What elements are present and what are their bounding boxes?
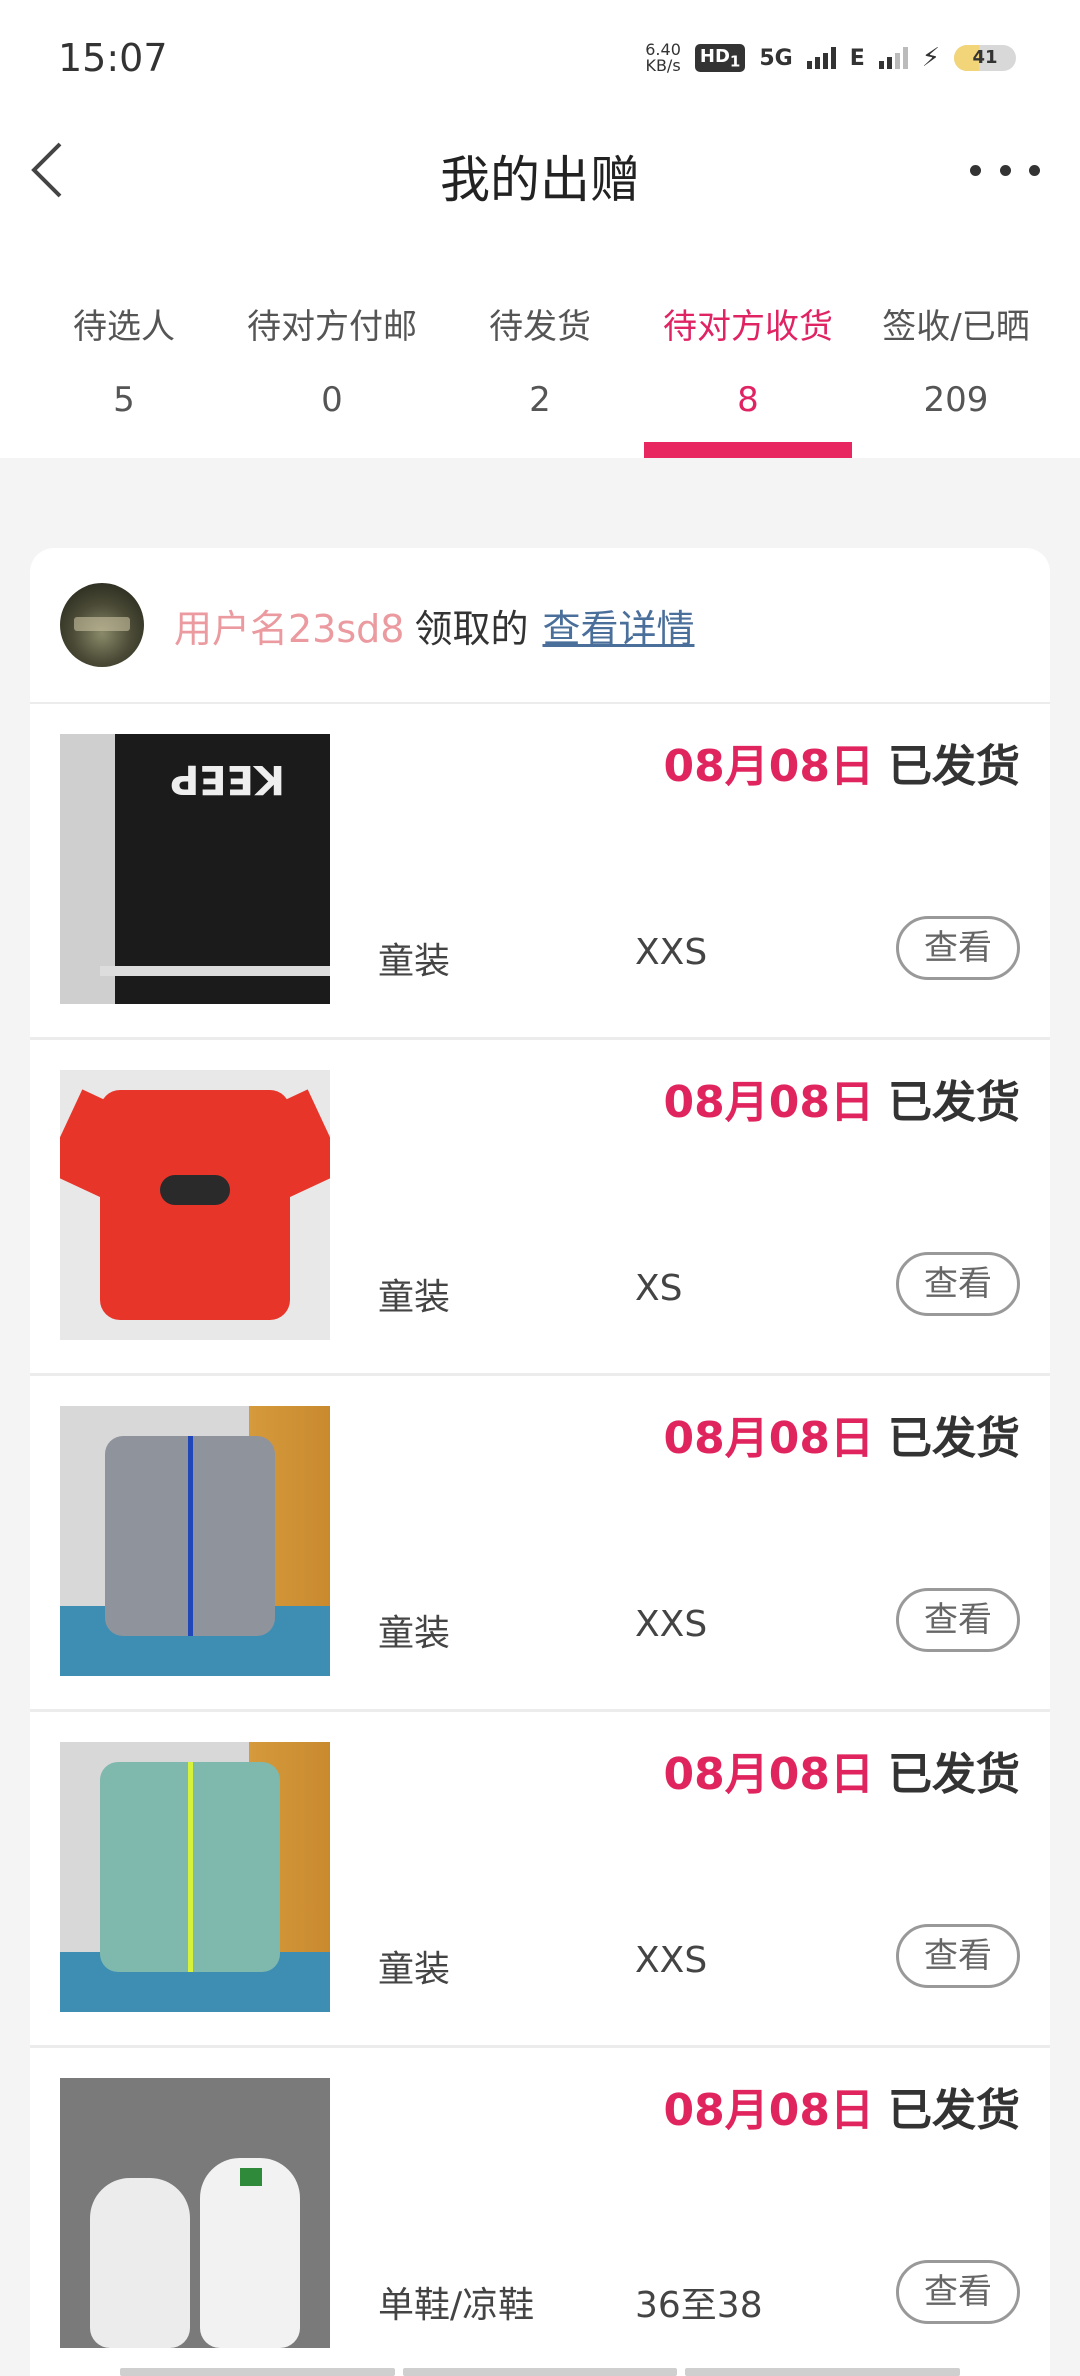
view-button[interactable]: 查看 xyxy=(896,1588,1020,1652)
item-image[interactable] xyxy=(60,1742,330,2012)
signal-icon xyxy=(806,47,836,69)
hd-icon: HD1 xyxy=(694,43,746,73)
item-size: XXS xyxy=(635,1604,708,1645)
status-time: 15:07 xyxy=(58,36,168,80)
item-size: XXS xyxy=(635,1940,708,1981)
view-button[interactable]: 查看 xyxy=(896,1252,1020,1316)
item-size: XS xyxy=(635,1268,683,1309)
tab-pending-selection[interactable]: 待选人 5 xyxy=(20,282,228,458)
charging-icon: ⚡ xyxy=(921,43,940,73)
dot-icon xyxy=(970,164,981,176)
dot-icon xyxy=(999,164,1011,176)
tab-pending-shipment[interactable]: 待发货 2 xyxy=(436,282,644,458)
scroll-indicator xyxy=(120,2368,961,2376)
item-date-status: 08月08日 已发货 xyxy=(663,1413,1020,1464)
item-category: 童装 xyxy=(378,1277,451,1318)
item-category: 单鞋/凉鞋 xyxy=(378,2285,535,2326)
more-options-button[interactable] xyxy=(970,150,1040,190)
item-date-status: 08月08日 已发货 xyxy=(663,1749,1020,1800)
list-item[interactable]: 08月08日 已发货 童装 XXS 查看 xyxy=(30,1376,1050,1712)
view-details-link[interactable]: 查看详情 xyxy=(542,598,694,653)
item-category: 童装 xyxy=(378,1949,451,1990)
item-date-status: 08月08日 已发货 xyxy=(663,2085,1020,2136)
view-button[interactable]: 查看 xyxy=(896,1924,1020,1988)
card-header: 用户名23sd8 领取的 查看详情 xyxy=(30,548,1050,704)
item-category: 童装 xyxy=(378,941,451,982)
tab-underline xyxy=(644,442,852,458)
tab-pending-postage[interactable]: 待对方付邮 0 xyxy=(228,282,436,458)
dot-icon xyxy=(1029,164,1040,176)
item-size: XXS xyxy=(635,932,708,973)
item-image[interactable] xyxy=(60,2078,330,2348)
signal-icon-2 xyxy=(878,47,908,69)
item-image[interactable] xyxy=(60,1406,330,1676)
list-item[interactable]: 08月08日 已发货 单鞋/凉鞋 36至38 查看 xyxy=(30,2048,1050,2376)
network-5g-label: 5G xyxy=(759,45,793,71)
item-image[interactable]: KEEP xyxy=(60,734,330,1004)
page-title: 我的出赠 xyxy=(440,151,640,209)
item-category: 童装 xyxy=(378,1613,451,1654)
tab-received[interactable]: 签收/已晒 209 xyxy=(852,282,1060,458)
battery-icon: 41 xyxy=(954,45,1016,71)
claimed-label: 领取的 xyxy=(414,606,529,651)
item-date-status: 08月08日 已发货 xyxy=(663,741,1020,792)
status-tabs: 待选人 5 待对方付邮 0 待发货 2 待对方收货 8 签收/已晒 209 xyxy=(20,282,1060,458)
order-card: 用户名23sd8 领取的 查看详情 KEEP 08月08日 已发货 童装 XXS … xyxy=(30,548,1050,2376)
item-date-status: 08月08日 已发货 xyxy=(663,1077,1020,1128)
item-image[interactable] xyxy=(60,1070,330,1340)
list-item[interactable]: 08月08日 已发货 童装 XXS 查看 xyxy=(30,1712,1050,2048)
network-e-label: E xyxy=(849,45,865,71)
view-button[interactable]: 查看 xyxy=(896,2260,1020,2324)
net-speed: 6.40 KB/s xyxy=(645,40,681,75)
item-size: 36至38 xyxy=(635,2285,763,2326)
view-button[interactable]: 查看 xyxy=(896,916,1020,980)
list-item[interactable]: 08月08日 已发货 童装 XS 查看 xyxy=(30,1040,1050,1376)
user-name[interactable]: 用户名23sd8 xyxy=(174,598,404,653)
tab-pending-receipt[interactable]: 待对方收货 8 xyxy=(644,282,852,458)
list-item[interactable]: KEEP 08月08日 已发货 童装 XXS 查看 xyxy=(30,704,1050,1040)
status-icons: 6.40 KB/s HD1 5G E ⚡ 41 xyxy=(645,38,1016,78)
avatar[interactable] xyxy=(60,583,144,667)
